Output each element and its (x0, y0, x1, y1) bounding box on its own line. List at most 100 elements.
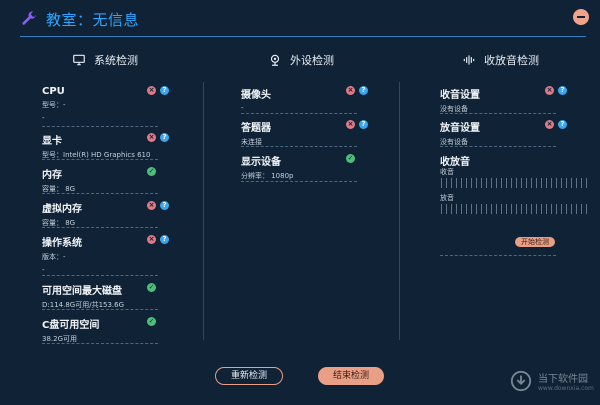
largest-disk-title: 可用空间最大磁盘 (42, 286, 122, 297)
column-divider (399, 82, 400, 340)
check-icon: ✓ (147, 167, 156, 176)
cpu-extra: - (42, 114, 45, 122)
virtual-memory-item: 虚拟内存 容量： 8G (42, 200, 82, 228)
separator (42, 159, 158, 160)
camera-title: 摄像头 (241, 90, 271, 101)
check-icon: ✓ (147, 283, 156, 292)
os-version: 版本：- (42, 253, 66, 261)
separator (241, 181, 357, 182)
largest-disk-item: 可用空间最大磁盘 D:114.8G可用/共153.6G (42, 282, 124, 310)
recheck-button[interactable]: 重新检测 (215, 367, 283, 385)
os-extra: - (42, 266, 45, 274)
ram-status: ✓ (147, 167, 156, 176)
display-status: ✓ (346, 154, 355, 163)
separator (42, 343, 158, 344)
camera-status-text: - (241, 104, 244, 112)
ram-item: 内存 容量： 8G (42, 166, 75, 194)
camera-item: 摄像头 - (241, 86, 271, 112)
wrench-icon (22, 11, 36, 25)
audio-level-item: 收放音 (440, 153, 470, 168)
display-item: 显示设备 分辨率： 1080p (241, 153, 293, 181)
record-status: × ? (545, 86, 567, 95)
help-icon[interactable]: ? (160, 86, 169, 95)
display-resolution: 分辨率： 1080p (241, 172, 294, 180)
downxia-logo-icon (510, 370, 532, 392)
watermark-text: 当下软件园 www.downxia.com (538, 370, 594, 392)
watermark-line2: www.downxia.com (538, 385, 594, 392)
separator (440, 146, 556, 147)
gpu-status: × ? (147, 133, 169, 142)
cpu-title: CPU (42, 86, 65, 97)
help-icon[interactable]: ? (160, 133, 169, 142)
virtual-memory-status: × ? (147, 201, 169, 210)
peripheral-check-header: 外设检测 (268, 52, 334, 68)
error-icon: × (147, 86, 156, 95)
system-check-header: 系统检测 (72, 52, 138, 68)
error-icon: × (545, 120, 554, 129)
os-status: × ? (147, 235, 169, 244)
playback-setting-title: 放音设置 (440, 123, 480, 134)
watermark-line1: 当下软件园 (538, 374, 588, 385)
c-drive-title: C盘可用空间 (42, 320, 100, 331)
audio-level-title: 收放音 (440, 157, 470, 168)
minimize-button[interactable] (573, 9, 589, 25)
help-icon[interactable]: ? (359, 120, 368, 129)
cpu-status: × ? (147, 86, 169, 95)
record-setting-item: 收音设置 没有设备 (440, 86, 480, 114)
ram-title: 内存 (42, 170, 62, 181)
cpu-model: 型号：- (42, 101, 66, 109)
peripheral-check-label: 外设检测 (290, 54, 334, 67)
start-check-button[interactable]: 开始检测 (515, 237, 555, 247)
play-level-meter (441, 204, 587, 214)
help-icon[interactable]: ? (160, 201, 169, 210)
os-item: 操作系统 版本：- - (42, 234, 82, 274)
check-icon: ✓ (346, 154, 355, 163)
window-title: 教室：无信息 (46, 11, 140, 29)
os-title: 操作系统 (42, 238, 82, 249)
sound-wave-icon (463, 55, 475, 65)
error-icon: × (346, 86, 355, 95)
separator (42, 126, 158, 127)
error-icon: × (147, 201, 156, 210)
record-level-meter (441, 178, 587, 188)
display-title: 显示设备 (241, 157, 281, 168)
finish-check-button[interactable]: 结束检测 (318, 367, 384, 385)
responder-title: 答题器 (241, 123, 271, 134)
help-icon[interactable]: ? (558, 86, 567, 95)
responder-item: 答题器 未连接 (241, 119, 271, 147)
separator (440, 113, 556, 114)
column-divider (203, 82, 204, 340)
camera-status: × ? (346, 86, 368, 95)
play-level-label: 放音 (440, 194, 454, 202)
error-icon: × (346, 120, 355, 129)
responder-status: × ? (346, 120, 368, 129)
title-divider (20, 36, 586, 37)
gpu-item: 显卡 型号：Intel(R) HD Graphics 610 (42, 132, 150, 160)
title-bar: 教室：无信息 (0, 0, 600, 36)
help-icon[interactable]: ? (558, 120, 567, 129)
separator (42, 227, 158, 228)
webcam-icon (270, 54, 280, 66)
monitor-icon (73, 54, 85, 66)
record-setting-title: 收音设置 (440, 90, 480, 101)
largest-disk-status: ✓ (147, 283, 156, 292)
playback-setting-item: 放音设置 没有设备 (440, 119, 480, 147)
system-check-label: 系统检测 (94, 54, 138, 67)
separator (440, 255, 556, 256)
separator (241, 146, 357, 147)
check-icon: ✓ (147, 317, 156, 326)
separator (42, 309, 158, 310)
error-icon: × (545, 86, 554, 95)
help-icon[interactable]: ? (160, 235, 169, 244)
record-level-label-box: 收音 (440, 167, 454, 177)
audio-check-label: 收放音检测 (484, 54, 539, 67)
watermark: 当下软件园 www.downxia.com (510, 370, 594, 392)
virtual-memory-title: 虚拟内存 (42, 204, 82, 215)
error-icon: × (147, 133, 156, 142)
help-icon[interactable]: ? (359, 86, 368, 95)
cpu-item: CPU 型号：- - (42, 86, 66, 122)
gpu-title: 显卡 (42, 136, 62, 147)
separator (42, 193, 158, 194)
c-drive-status: ✓ (147, 317, 156, 326)
play-level-label-box: 放音 (440, 193, 454, 203)
